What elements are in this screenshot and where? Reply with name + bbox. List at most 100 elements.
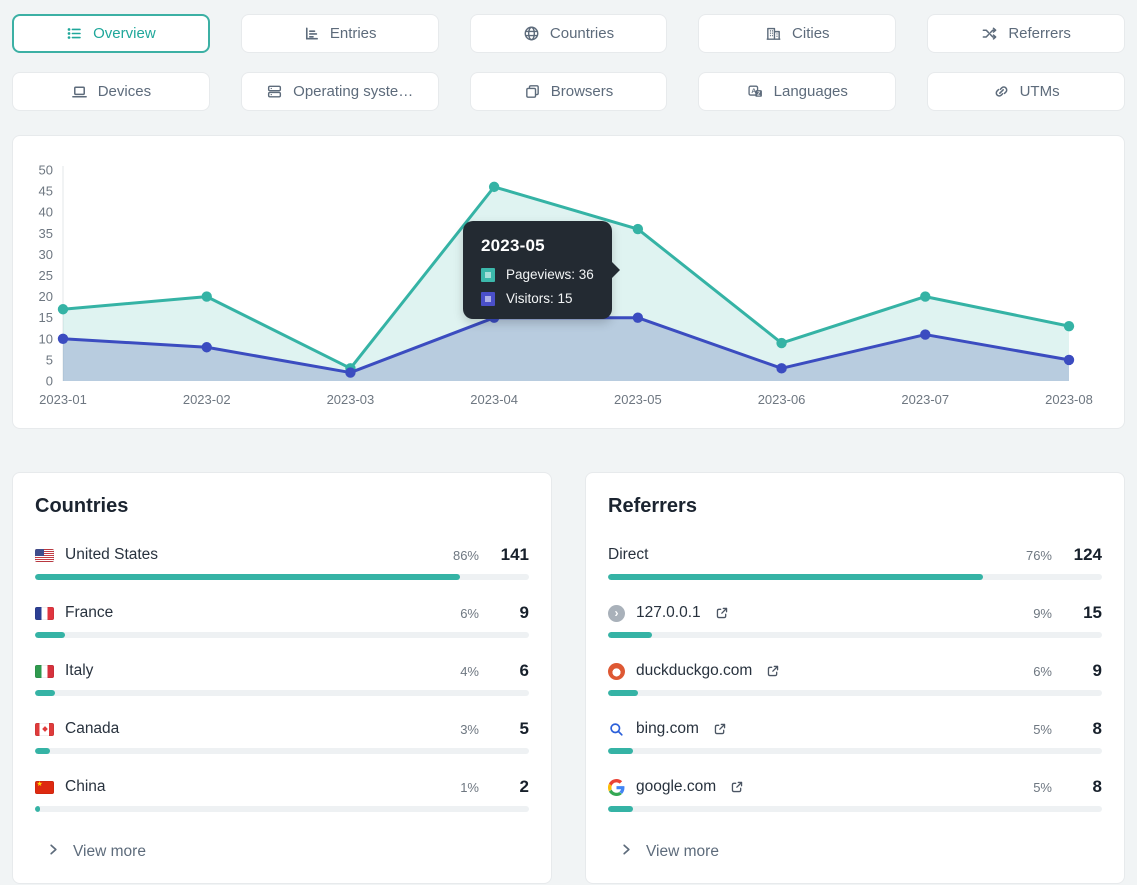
tab-cities[interactable]: Cities xyxy=(698,14,896,53)
flag-france-icon xyxy=(35,607,54,620)
list-item[interactable]: google.com 5%8 xyxy=(608,777,1102,812)
percent-label: 86% xyxy=(453,548,479,563)
percent-label: 76% xyxy=(1026,548,1052,563)
svg-text:2023-08: 2023-08 xyxy=(1045,392,1093,407)
tab-utms[interactable]: UTMs xyxy=(927,72,1125,111)
svg-text:2023-03: 2023-03 xyxy=(327,392,375,407)
progress-fill xyxy=(35,574,460,580)
count-label: 124 xyxy=(1072,545,1102,565)
progress-fill xyxy=(35,748,50,754)
globe-icon xyxy=(523,25,540,42)
count-label: 9 xyxy=(499,603,529,623)
percent-label: 5% xyxy=(1033,780,1052,795)
country-name: United States xyxy=(65,546,158,564)
referrer-name: 127.0.0.1 xyxy=(636,604,701,622)
progress-track xyxy=(35,748,529,754)
summary-cards: Countries United States 86%141 France 6%… xyxy=(12,472,1125,884)
progress-fill xyxy=(608,806,633,812)
tab-label: UTMs xyxy=(1020,83,1060,100)
svg-text:30: 30 xyxy=(39,247,53,262)
progress-fill xyxy=(35,806,40,812)
list-item[interactable]: Canada 3%5 xyxy=(35,719,529,754)
svg-text:25: 25 xyxy=(39,268,53,283)
tab-overview[interactable]: Overview xyxy=(12,14,210,53)
progress-track xyxy=(35,574,529,580)
progress-track xyxy=(35,632,529,638)
tab-languages[interactable]: AZ Languages xyxy=(698,72,896,111)
view-more-button[interactable]: View more xyxy=(608,835,719,869)
duckduckgo-favicon-icon xyxy=(608,663,625,680)
progress-track xyxy=(608,574,1102,580)
country-name: France xyxy=(65,604,113,622)
default-favicon-icon: › xyxy=(608,605,625,622)
progress-track xyxy=(35,690,529,696)
tab-entries[interactable]: Entries xyxy=(241,14,439,53)
country-name: Italy xyxy=(65,662,93,680)
svg-text:2023-06: 2023-06 xyxy=(758,392,806,407)
tooltip-visitors-value: Visitors: 15 xyxy=(506,291,573,306)
progress-fill xyxy=(608,632,652,638)
tab-operating-systems[interactable]: Operating syste… xyxy=(241,72,439,111)
tab-label: Browsers xyxy=(551,83,614,100)
referrer-name: bing.com xyxy=(636,720,699,738)
count-label: 9 xyxy=(1072,661,1102,681)
list-item[interactable]: Italy 4%6 xyxy=(35,661,529,696)
svg-text:40: 40 xyxy=(39,205,53,220)
list-item[interactable]: › 127.0.0.1 9%15 xyxy=(608,603,1102,638)
external-link-icon[interactable] xyxy=(766,664,780,678)
count-label: 141 xyxy=(499,545,529,565)
chevron-right-icon xyxy=(620,843,633,861)
progress-track xyxy=(608,690,1102,696)
analytics-dashboard: Overview Entries Countries Cities Referr… xyxy=(0,0,1137,884)
svg-text:2023-02: 2023-02 xyxy=(183,392,231,407)
tab-devices[interactable]: Devices xyxy=(12,72,210,111)
translate-icon: AZ xyxy=(747,83,764,100)
tab-referrers[interactable]: Referrers xyxy=(927,14,1125,53)
tab-browsers[interactable]: Browsers xyxy=(470,72,668,111)
count-label: 8 xyxy=(1072,719,1102,739)
tab-label: Referrers xyxy=(1008,25,1071,42)
list-item[interactable]: France 6%9 xyxy=(35,603,529,638)
bing-favicon-icon xyxy=(608,721,625,738)
tab-label: Entries xyxy=(330,25,377,42)
tab-countries[interactable]: Countries xyxy=(470,14,668,53)
list-item[interactable]: United States 86% 141 xyxy=(35,545,529,580)
tab-label: Countries xyxy=(550,25,614,42)
progress-track xyxy=(35,806,529,812)
tooltip-pageviews-value: Pageviews: 36 xyxy=(506,267,594,282)
view-more-button[interactable]: View more xyxy=(35,835,146,869)
progress-fill xyxy=(35,632,65,638)
list-item[interactable]: China 1%2 xyxy=(35,777,529,812)
count-label: 15 xyxy=(1072,603,1102,623)
svg-text:2023-01: 2023-01 xyxy=(39,392,87,407)
external-link-icon[interactable] xyxy=(730,780,744,794)
referrer-name: duckduckgo.com xyxy=(636,662,752,680)
tab-label: Devices xyxy=(98,83,151,100)
tooltip-row-pageviews: Pageviews: 36 xyxy=(481,267,594,282)
svg-text:45: 45 xyxy=(39,184,53,199)
progress-fill xyxy=(608,574,983,580)
view-more-label: View more xyxy=(73,843,146,861)
chart-tooltip: 2023-05 Pageviews: 36 Visitors: 15 xyxy=(463,221,612,319)
list-item[interactable]: bing.com 5% 8 xyxy=(608,719,1102,754)
list-item[interactable]: Direct 76%124 xyxy=(608,545,1102,580)
report-tabs: Overview Entries Countries Cities Referr… xyxy=(12,14,1125,111)
google-favicon-icon xyxy=(608,779,625,796)
percent-label: 6% xyxy=(1033,664,1052,679)
visitors-swatch-icon xyxy=(481,292,495,306)
laptop-icon xyxy=(71,83,88,100)
percent-label: 4% xyxy=(460,664,479,679)
svg-text:0: 0 xyxy=(46,374,53,389)
percent-label: 5% xyxy=(1033,722,1052,737)
progress-fill xyxy=(608,690,638,696)
progress-track xyxy=(608,748,1102,754)
buildings-icon xyxy=(765,25,782,42)
bar-chart-icon xyxy=(303,25,320,42)
external-link-icon[interactable] xyxy=(713,722,727,736)
external-link-icon[interactable] xyxy=(715,606,729,620)
flag-united-states-icon xyxy=(35,549,54,562)
tab-label: Cities xyxy=(792,25,830,42)
svg-text:5: 5 xyxy=(46,352,53,367)
list-item[interactable]: duckduckgo.com 6% 9 xyxy=(608,661,1102,696)
svg-text:2023-05: 2023-05 xyxy=(614,392,662,407)
